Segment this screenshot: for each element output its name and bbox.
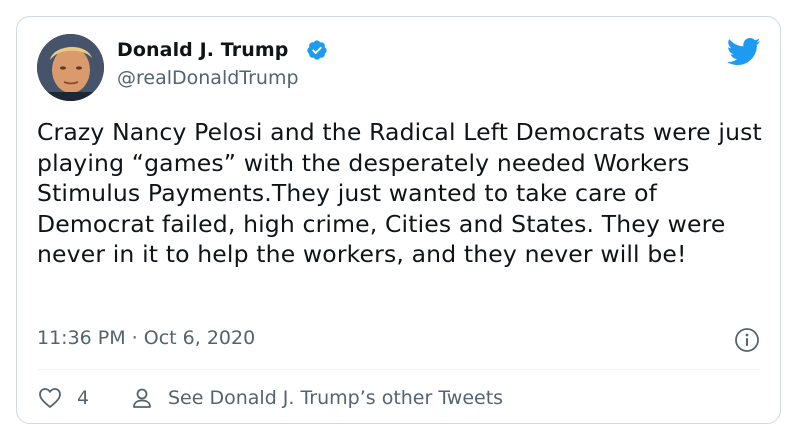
twitter-bird-icon[interactable] <box>727 37 761 67</box>
tweet-timestamp[interactable]: 11:36 PM · Oct 6, 2020 <box>37 327 255 349</box>
other-tweets-label: See Donald J. Trump’s other Tweets <box>168 387 504 409</box>
tweet-card[interactable]: Donald J. Trump @realDonaldTrump Crazy N… <box>16 16 781 424</box>
person-icon <box>133 388 151 408</box>
tweet-text: Crazy Nancy Pelosi and the Radical Left … <box>37 118 762 268</box>
other-tweets-link[interactable]: See Donald J. Trump’s other Tweets <box>130 384 503 412</box>
verified-badge-icon <box>307 40 327 60</box>
avatar[interactable] <box>37 34 104 101</box>
divider <box>37 369 760 370</box>
info-icon[interactable] <box>734 327 760 353</box>
like-button[interactable]: 4 <box>37 384 89 412</box>
author-handle[interactable]: @realDonaldTrump <box>117 67 299 89</box>
heart-icon <box>39 388 61 408</box>
author-name[interactable]: Donald J. Trump <box>117 39 288 61</box>
like-count: 4 <box>77 387 90 409</box>
